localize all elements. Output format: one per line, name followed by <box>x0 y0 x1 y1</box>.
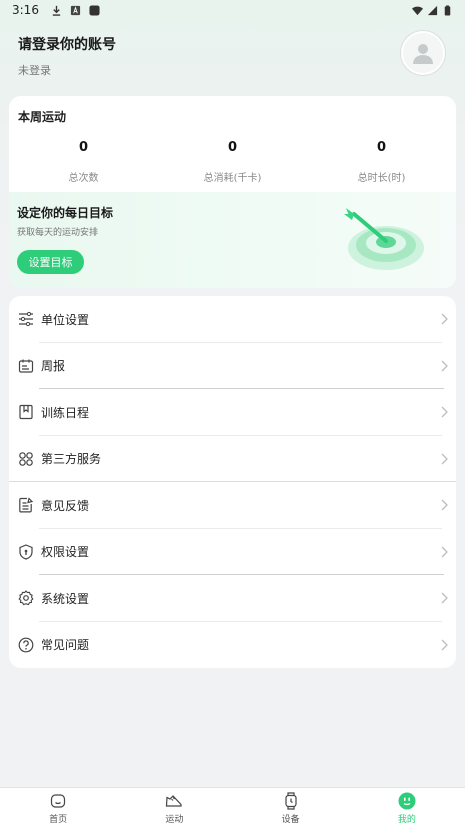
watch-icon <box>282 792 300 810</box>
question-icon <box>18 637 34 653</box>
menu-item-training-schedule[interactable]: 训练日程 <box>9 389 456 436</box>
menu-item-label: 周报 <box>41 359 66 374</box>
chevron-right-icon <box>441 639 448 651</box>
stat-total-count: 0 总次数 <box>9 140 158 184</box>
grid-services-icon <box>18 451 34 467</box>
chevron-right-icon <box>441 406 448 418</box>
menu-item-feedback[interactable]: 意见反馈 <box>9 482 456 529</box>
avatar[interactable] <box>401 31 445 75</box>
goal-title: 设定你的每日目标 <box>17 206 114 220</box>
menu-item-label: 第三方服务 <box>41 452 102 467</box>
wifi-icon <box>412 6 423 15</box>
menu-item-weekly-report[interactable]: 周报 <box>9 343 456 389</box>
menu-item-label: 单位设置 <box>41 312 90 327</box>
nav-device[interactable]: 设备 <box>233 788 349 826</box>
signal-icon <box>427 5 438 15</box>
shield-icon <box>18 544 34 560</box>
set-goal-button[interactable]: 设置目标 <box>17 250 84 274</box>
menu-item-label: 权限设置 <box>41 545 90 560</box>
menu-item-system-settings[interactable]: 系统设置 <box>9 575 456 622</box>
chevron-right-icon <box>441 592 448 604</box>
login-header[interactable]: 请登录你的账号 未登录 <box>18 34 116 78</box>
goal-subtitle: 获取每天的运动安排 <box>17 228 99 238</box>
target-icon <box>344 208 424 270</box>
sliders-icon <box>18 311 34 327</box>
nav-label: 我的 <box>397 815 416 825</box>
chevron-right-icon <box>441 546 448 558</box>
home-icon <box>49 792 67 810</box>
nav-label: 设备 <box>281 815 300 825</box>
menu-item-label: 意见反馈 <box>41 498 90 513</box>
bookmark-icon <box>18 404 34 420</box>
weekly-sport-card: 本周运动 0 总次数 0 总消耗(千卡) 0 总时长(时) 设定你的每日目标 获… <box>9 96 456 288</box>
stat-value: 0 <box>78 140 89 155</box>
nav-label: 运动 <box>165 815 184 825</box>
user-icon <box>413 44 433 64</box>
bottom-nav: 首页 运动 设备 我的 <box>0 787 465 826</box>
menu-item-label: 训练日程 <box>41 405 90 420</box>
nav-home[interactable]: 首页 <box>0 788 116 826</box>
stat-label: 总次数 <box>68 173 99 184</box>
nav-label: 首页 <box>49 815 68 825</box>
stat-value: 0 <box>376 140 387 155</box>
login-status: 未登录 <box>18 64 51 77</box>
menu-item-faq[interactable]: 常见问题 <box>9 622 456 669</box>
chevron-right-icon <box>441 360 448 372</box>
calendar-report-icon <box>18 358 34 374</box>
nav-profile[interactable]: 我的 <box>349 788 465 826</box>
shoe-icon <box>165 792 183 810</box>
download-icon <box>52 5 61 16</box>
notification-a-icon <box>70 5 81 15</box>
menu-item-permission-settings[interactable]: 权限设置 <box>9 529 456 575</box>
status-time: 3:16 <box>12 3 39 17</box>
stat-label: 总消耗(千卡) <box>203 173 262 184</box>
stat-total-calories: 0 总消耗(千卡) <box>158 140 307 184</box>
weekly-sport-title: 本周运动 <box>18 110 67 124</box>
chevron-right-icon <box>441 313 448 325</box>
app-square-icon <box>89 4 100 16</box>
menu-item-label: 常见问题 <box>41 638 90 653</box>
status-bar: 3:16 <box>0 0 465 20</box>
chevron-right-icon <box>441 453 448 465</box>
weekly-stats: 0 总次数 0 总消耗(千卡) 0 总时长(时) <box>9 140 456 184</box>
battery-icon <box>444 4 451 16</box>
stat-label: 总时长(时) <box>357 173 406 184</box>
menu-item-unit-settings[interactable]: 单位设置 <box>9 296 456 343</box>
profile-icon <box>398 792 416 810</box>
stat-value: 0 <box>227 140 238 155</box>
feedback-edit-icon <box>18 497 34 513</box>
login-title: 请登录你的账号 <box>18 37 116 53</box>
menu-item-third-party-services[interactable]: 第三方服务 <box>9 436 456 482</box>
stat-total-duration: 0 总时长(时) <box>307 140 456 184</box>
menu-item-label: 系统设置 <box>41 591 90 606</box>
chevron-right-icon <box>441 499 448 511</box>
settings-menu: 单位设置 周报 训练日程 第三方服务 意见反馈 权限设置 系统设置 常见问题 <box>9 296 456 668</box>
daily-goal-banner: 设定你的每日目标 获取每天的运动安排 设置目标 <box>9 192 456 288</box>
nav-sport[interactable]: 运动 <box>116 788 232 826</box>
gear-icon <box>18 590 34 606</box>
